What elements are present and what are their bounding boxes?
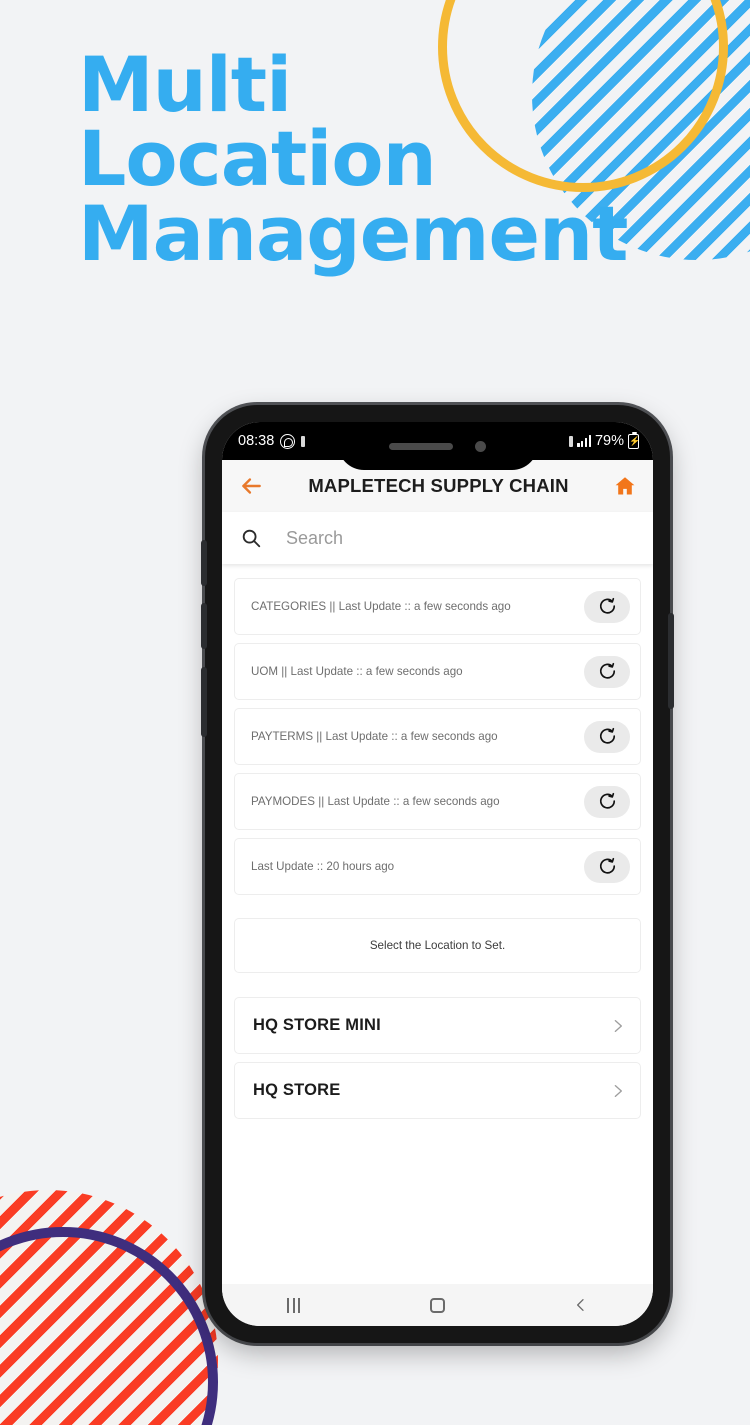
search-input[interactable] xyxy=(286,527,635,549)
phone-notch xyxy=(337,422,538,470)
sync-card: UOM || Last Update :: a few seconds ago xyxy=(234,643,641,700)
sync-row[interactable]: UOM || Last Update :: a few seconds ago xyxy=(235,644,640,699)
front-camera-icon xyxy=(475,440,486,452)
main-content: CATEGORIES || Last Update :: a few secon… xyxy=(222,564,653,1284)
location-card[interactable]: HQ STORE xyxy=(234,1062,641,1119)
earpiece-speaker xyxy=(389,442,453,450)
sync-row[interactable]: PAYTERMS || Last Update :: a few seconds… xyxy=(235,709,640,764)
battery-charging-icon: ⚡ xyxy=(628,431,640,449)
refresh-icon xyxy=(599,727,615,744)
location-row[interactable]: HQ STORE xyxy=(235,1063,640,1118)
nav-home-button[interactable] xyxy=(409,1284,465,1326)
nav-back-button[interactable] xyxy=(553,1284,609,1326)
chevron-right-icon xyxy=(614,1019,622,1032)
battery-percent-label: 79% xyxy=(594,433,624,449)
page-title: MAPLETECH SUPPLY CHAIN xyxy=(308,475,569,496)
headline-line-1: Multi xyxy=(78,40,292,129)
sync-row-label: CATEGORIES || Last Update :: a few secon… xyxy=(251,600,511,613)
home-icon[interactable] xyxy=(613,474,637,498)
volume-down-button[interactable] xyxy=(201,603,207,649)
sync-row[interactable]: Last Update :: 20 hours ago xyxy=(235,839,640,894)
headline-line-3: Management xyxy=(78,188,628,278)
refresh-icon xyxy=(599,662,615,679)
status-bar: 08:38 79% ⚡ xyxy=(222,422,653,470)
sync-card: PAYMODES || Last Update :: a few seconds… xyxy=(234,773,641,830)
refresh-button[interactable] xyxy=(584,590,630,623)
signal-bars-icon xyxy=(577,435,591,447)
promo-banner: Multi Location Management 08:38 79% ⚡ MA… xyxy=(0,0,750,1425)
recents-icon xyxy=(287,1297,301,1313)
status-bar-left: 08:38 xyxy=(238,433,306,449)
power-button[interactable] xyxy=(668,613,674,709)
location-name: HQ STORE xyxy=(253,1081,341,1099)
location-row[interactable]: HQ STORE MINI xyxy=(235,998,640,1053)
nav-recents-button[interactable] xyxy=(266,1284,322,1326)
refresh-icon xyxy=(599,597,615,614)
whatsapp-icon xyxy=(280,433,296,449)
refresh-icon xyxy=(599,792,615,809)
select-location-prompt-card: Select the Location to Set. xyxy=(234,918,641,973)
sync-row-label: UOM || Last Update :: a few seconds ago xyxy=(251,665,463,678)
home-square-icon xyxy=(429,1297,445,1313)
sync-row-label: PAYTERMS || Last Update :: a few seconds… xyxy=(251,730,498,743)
red-striped-circle-decoration xyxy=(0,1190,218,1425)
search-icon[interactable] xyxy=(240,527,262,549)
sync-card: PAYTERMS || Last Update :: a few seconds… xyxy=(234,708,641,765)
status-bar-right: 79% ⚡ xyxy=(569,431,640,449)
phone-screen: 08:38 79% ⚡ MAPLETECH SUPPLY CHAIN Searc… xyxy=(222,422,653,1326)
headline-line-2: Location xyxy=(78,114,437,204)
android-nav-bar xyxy=(222,1284,653,1326)
status-time: 08:38 xyxy=(238,433,275,449)
location-name: HQ STORE MINI xyxy=(253,1016,381,1034)
network-indicator-icon xyxy=(569,435,574,447)
promo-headline: Multi Location Management xyxy=(78,40,638,278)
sync-card: Last Update :: 20 hours ago xyxy=(234,838,641,895)
sync-row-label: Last Update :: 20 hours ago xyxy=(251,860,395,873)
sync-card: CATEGORIES || Last Update :: a few secon… xyxy=(234,578,641,635)
refresh-button[interactable] xyxy=(584,785,630,818)
sim-indicator-icon xyxy=(301,435,306,447)
sync-row-label: PAYMODES || Last Update :: a few seconds… xyxy=(251,795,500,808)
chevron-right-icon xyxy=(614,1084,622,1097)
refresh-button[interactable] xyxy=(584,655,630,688)
phone-mockup: 08:38 79% ⚡ MAPLETECH SUPPLY CHAIN Searc… xyxy=(201,405,674,1343)
purple-ring-decoration xyxy=(0,1227,218,1425)
sync-row[interactable]: PAYMODES || Last Update :: a few seconds… xyxy=(235,774,640,829)
location-card[interactable]: HQ STORE MINI xyxy=(234,997,641,1054)
search-bar[interactable] xyxy=(222,512,653,564)
refresh-button[interactable] xyxy=(584,720,630,753)
select-location-prompt-text: Select the Location to Set. xyxy=(369,939,506,952)
refresh-icon xyxy=(599,857,615,874)
sync-row[interactable]: CATEGORIES || Last Update :: a few secon… xyxy=(235,579,640,634)
volume-up-button[interactable] xyxy=(201,540,207,586)
assistant-button[interactable] xyxy=(201,667,207,737)
back-chevron-icon xyxy=(577,1299,584,1311)
arrow-left-icon[interactable] xyxy=(238,473,264,499)
refresh-button[interactable] xyxy=(584,850,630,883)
